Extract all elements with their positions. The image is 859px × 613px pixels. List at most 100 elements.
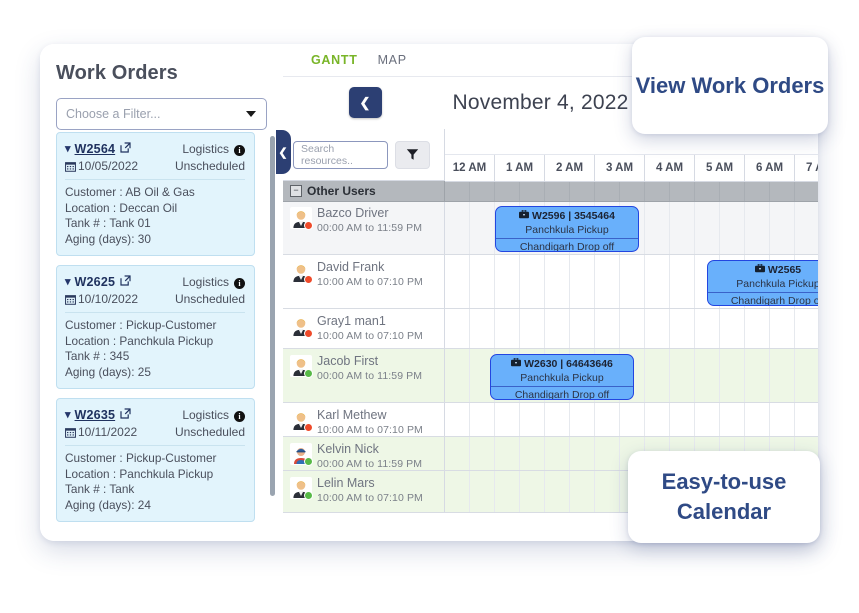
timeline-cell[interactable] [720, 403, 745, 436]
tab-gantt[interactable]: GANTT [311, 53, 358, 67]
timeline-cell[interactable] [745, 349, 770, 402]
timeline-cell[interactable] [795, 403, 818, 436]
timeline-cell[interactable] [470, 255, 495, 308]
timeline-cell[interactable] [595, 255, 620, 308]
timeline-cell[interactable] [445, 403, 470, 436]
timeline-cell[interactable] [545, 309, 570, 348]
timeline-cell[interactable] [470, 471, 495, 512]
resource-filter-button[interactable] [395, 140, 430, 169]
timeline-cell[interactable] [695, 309, 720, 348]
timeline-cell[interactable] [595, 309, 620, 348]
work-order-card[interactable]: ▾ W2635 Logistics i 10/11/2022 Unscheduled Cus… [56, 398, 255, 522]
timeline-cell[interactable] [770, 349, 795, 402]
timeline-cell[interactable] [745, 403, 770, 436]
timeline-cell[interactable] [720, 349, 745, 402]
timeline-cell[interactable] [620, 309, 645, 348]
timeline-cell[interactable] [545, 403, 570, 436]
timeline-cell[interactable] [595, 471, 620, 512]
chevron-down-icon[interactable]: ▾ [65, 409, 71, 421]
chevron-down-icon[interactable]: ▾ [65, 276, 71, 288]
timeline-cell[interactable] [795, 201, 818, 254]
timeline-cell[interactable] [595, 403, 620, 436]
work-order-id[interactable]: W2625 [75, 275, 116, 289]
timeline-cell[interactable] [745, 309, 770, 348]
timeline-cell[interactable] [770, 309, 795, 348]
timeline-cell[interactable] [645, 349, 670, 402]
timeline-cell[interactable] [795, 349, 818, 402]
timeline-cell[interactable] [520, 403, 545, 436]
list-scrollbar[interactable] [270, 136, 275, 496]
timeline-cell[interactable] [570, 403, 595, 436]
timeline-cell[interactable] [495, 403, 520, 436]
timeline-cell[interactable] [570, 309, 595, 348]
timeline-cell[interactable] [520, 471, 545, 512]
gantt-event[interactable]: W2596 | 3545464 Panchkula Pickup Chandigar… [495, 206, 639, 252]
gantt-event[interactable]: W2630 | 64643646 Panchkula Pickup Chandiga… [490, 354, 634, 400]
timeline-cell[interactable] [570, 437, 595, 470]
timeline-cell[interactable] [745, 201, 770, 254]
timeline-cell[interactable] [595, 437, 620, 470]
timeline-cell[interactable] [520, 437, 545, 470]
timeline-cell[interactable] [770, 201, 795, 254]
work-order-id[interactable]: W2635 [75, 408, 116, 422]
timeline-cell[interactable] [620, 403, 645, 436]
timeline-cell[interactable] [495, 255, 520, 308]
timeline-cell[interactable] [495, 471, 520, 512]
info-icon[interactable]: i [234, 411, 245, 422]
resource-row[interactable]: Gray1 man1 10:00 AM to 07:10 PM [283, 309, 818, 349]
filter-select[interactable]: Choose a Filter... [56, 98, 267, 130]
collapse-panel-tab[interactable]: ❮ [276, 130, 291, 174]
timeline-cell[interactable] [520, 255, 545, 308]
resource-row[interactable]: Karl Methew 10:00 AM to 07:10 PM [283, 403, 818, 437]
info-icon[interactable]: i [234, 145, 245, 156]
timeline-cell[interactable] [620, 255, 645, 308]
timeline-cell[interactable] [445, 201, 470, 254]
timeline-cell[interactable] [645, 201, 670, 254]
work-orders-list[interactable]: ▾ W2564 Logistics i 10/05/2022 Unscheduled Cus… [40, 132, 283, 541]
timeline-cell[interactable] [445, 471, 470, 512]
timeline-cell[interactable] [770, 403, 795, 436]
timeline-cell[interactable] [520, 309, 545, 348]
chevron-down-icon[interactable]: ▾ [65, 143, 71, 155]
minus-box-icon[interactable]: − [290, 185, 302, 197]
timeline-cell[interactable] [645, 255, 670, 308]
timeline-cell[interactable] [545, 255, 570, 308]
timeline-cell[interactable] [470, 309, 495, 348]
tab-map[interactable]: MAP [378, 53, 407, 67]
timeline-cell[interactable] [695, 201, 720, 254]
timeline-cell[interactable] [645, 309, 670, 348]
search-resources-input[interactable]: Search resources.. [293, 140, 388, 169]
timeline-cell[interactable] [545, 471, 570, 512]
open-external-icon[interactable] [120, 273, 131, 291]
timeline-cell[interactable] [670, 309, 695, 348]
timeline-cell[interactable] [445, 349, 470, 402]
timeline-cell[interactable] [445, 309, 470, 348]
info-icon[interactable]: i [234, 278, 245, 289]
timeline-cell[interactable] [695, 349, 720, 402]
gantt-event[interactable]: W2565 Panchkula Pickup Chandigarh Drop off [707, 260, 818, 306]
timeline-cell[interactable] [645, 403, 670, 436]
timeline-cell[interactable] [670, 255, 695, 308]
timeline-cell[interactable] [570, 471, 595, 512]
timeline-cell[interactable] [670, 349, 695, 402]
timeline-cell[interactable] [720, 309, 745, 348]
work-order-card[interactable]: ▾ W2625 Logistics i 10/10/2022 Unscheduled Cus… [56, 265, 255, 389]
resource-group-row[interactable]: − Other Users [283, 181, 818, 202]
timeline-cell[interactable] [470, 403, 495, 436]
timeline-cell[interactable] [695, 403, 720, 436]
open-external-icon[interactable] [120, 140, 131, 158]
timeline-cell[interactable] [470, 201, 495, 254]
work-order-card[interactable]: ▾ W2564 Logistics i 10/05/2022 Unscheduled Cus… [56, 132, 255, 256]
timeline-cell[interactable] [495, 437, 520, 470]
open-external-icon[interactable] [120, 406, 131, 424]
timeline-cell[interactable] [545, 437, 570, 470]
timeline-cell[interactable] [670, 201, 695, 254]
timeline-cell[interactable] [470, 437, 495, 470]
timeline-cell[interactable] [670, 403, 695, 436]
timeline-cell[interactable] [795, 309, 818, 348]
timeline-cell[interactable] [720, 201, 745, 254]
timeline-cell[interactable] [495, 309, 520, 348]
timeline-cell[interactable] [445, 255, 470, 308]
work-order-id[interactable]: W2564 [75, 142, 116, 156]
timeline-cell[interactable] [570, 255, 595, 308]
